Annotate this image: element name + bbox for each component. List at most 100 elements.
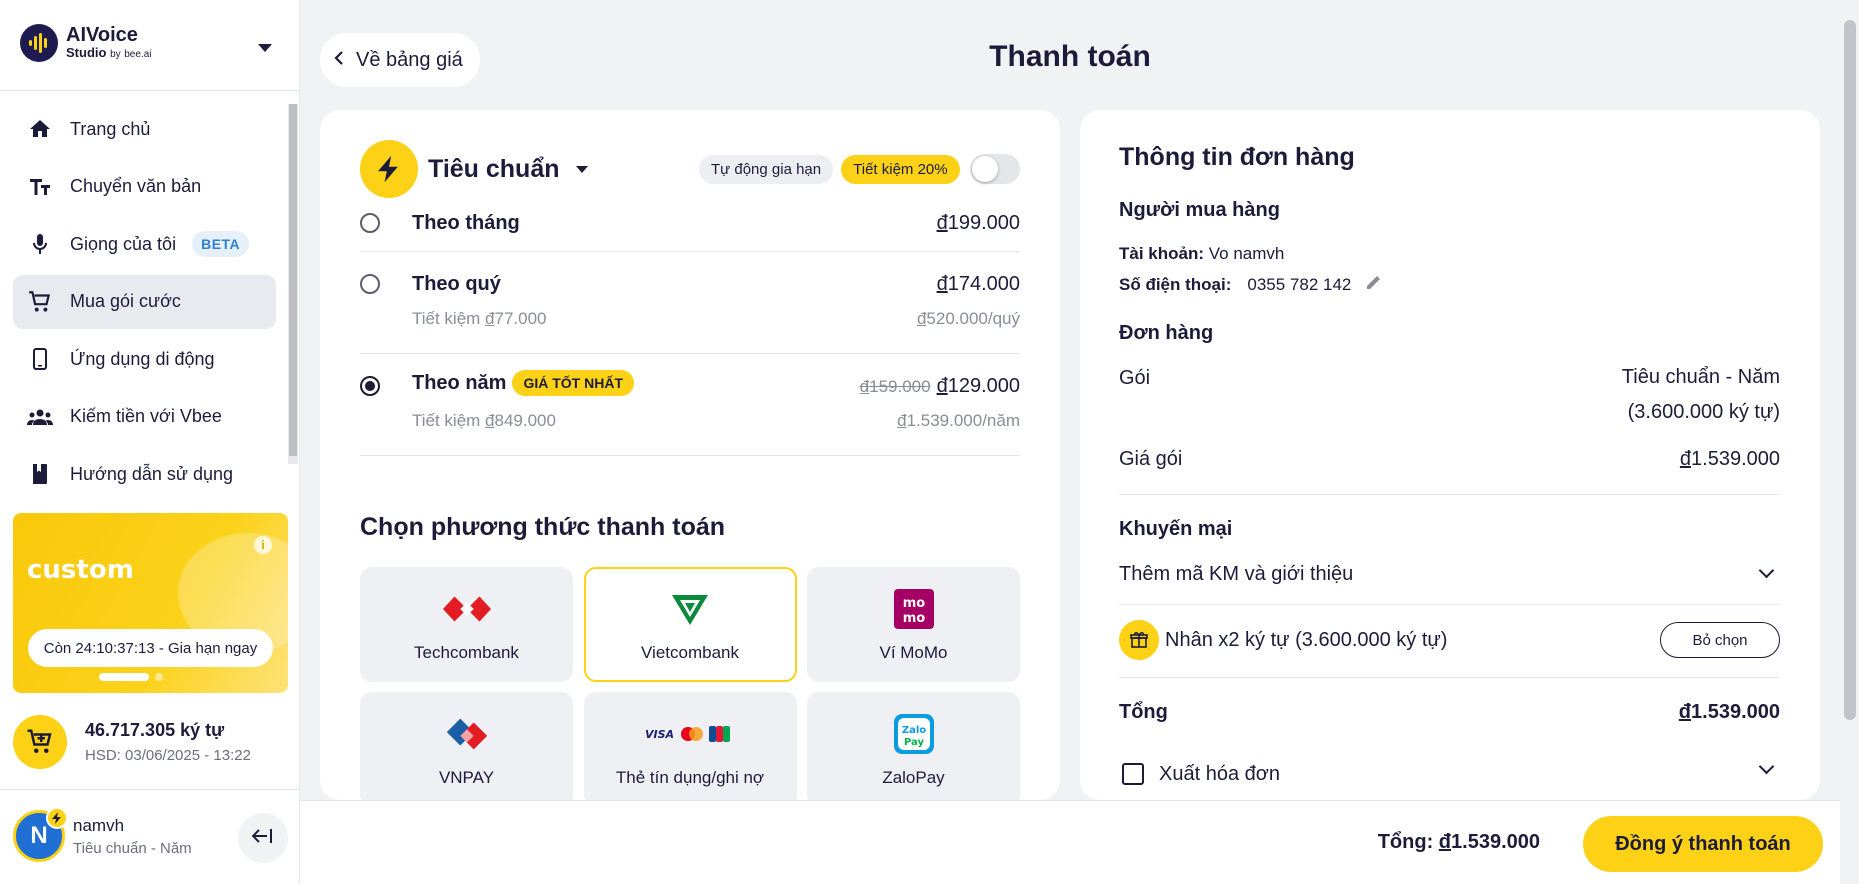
info-icon[interactable]: i [254, 536, 272, 554]
sidebar-item-guide[interactable]: Hướng dẫn sử dụng [13, 447, 276, 501]
footer-total-prefix: Tổng: [1377, 831, 1439, 853]
sidebar-item-home[interactable]: Trang chủ [13, 102, 276, 156]
sidebar: AIVoice Studio by bee.ai Trang chủ Chuyể… [0, 0, 300, 884]
price-label: Giá gói [1119, 448, 1183, 470]
promo-code-toggle[interactable]: Thêm mã KM và giới thiệu [1119, 563, 1353, 586]
sidebar-item-label: Chuyển văn bản [70, 176, 202, 196]
promo-title: custom [27, 555, 134, 585]
sidebar-item-buy-plan[interactable]: Mua gói cước [13, 274, 276, 329]
package-label: Gói [1119, 367, 1151, 389]
plan-selector[interactable]: Tiêu chuẩn [360, 140, 588, 198]
phone-icon [26, 345, 54, 373]
save-badge: Tiết kiệm 20% [841, 154, 960, 184]
total-value: 1.539.000 [1691, 701, 1780, 723]
home-icon [26, 115, 54, 143]
auto-renew-toggle[interactable] [969, 154, 1020, 184]
techcombank-logo [442, 587, 491, 631]
billing-option-yearly[interactable]: Theo năm GIÁ TỐT NHẤT đ159.000 đ129.000 Ti… [360, 354, 1020, 456]
save-amount: 849.000 [494, 411, 556, 430]
momo-logo: mo mo [890, 587, 938, 631]
currency-symbol: đ [897, 411, 907, 430]
sidebar-scrollbar[interactable] [288, 104, 298, 464]
method-label: Ví MoMo [879, 642, 948, 662]
carousel-dots [99, 673, 163, 681]
toggle-knob [971, 156, 998, 182]
billing-option-quarterly[interactable]: Theo quý đ174.000 Tiết kiệm đ77.000 đ520… [360, 252, 1020, 354]
auto-renew-label: Tự động gia hạn [699, 154, 834, 184]
payment-method-zalopay[interactable]: Zalo Pay ZaloPay [807, 692, 1020, 807]
carousel-dot-active[interactable] [99, 673, 149, 681]
phone-value: 0355 782 142 [1247, 274, 1352, 294]
chevron-left-icon [334, 49, 344, 72]
method-label: Vietcombank [641, 642, 739, 662]
svg-text:mo: mo [902, 611, 925, 626]
best-price-badge: GIÁ TỐT NHẤT [512, 370, 634, 396]
payment-method-vietcombank[interactable]: Vietcombank [583, 567, 797, 682]
scrollbar-thumb[interactable] [289, 104, 297, 456]
collapse-sidebar-button[interactable] [238, 813, 288, 863]
sidebar-item-earn[interactable]: Kiếm tiền với Vbee [13, 390, 276, 444]
user-plan: Tiêu chuẩn - Năm [73, 839, 192, 857]
divider [1119, 494, 1779, 495]
order-summary-card: Thông tin đơn hàng Người mua hàng Tài kh… [1080, 110, 1820, 800]
currency-symbol: đ [1678, 701, 1692, 723]
sidebar-item-text-to-speech[interactable]: Chuyển văn bản [13, 160, 276, 214]
carousel-dot[interactable] [155, 673, 163, 681]
payment-method-vnpay[interactable]: VNPAY [360, 692, 573, 807]
payment-method-techcombank[interactable]: Techcombank [360, 567, 573, 682]
currency-symbol: đ [1679, 448, 1692, 470]
radio-monthly[interactable] [360, 213, 380, 233]
collapse-arrow-icon [251, 827, 274, 850]
total-amount: 1.539.000 [906, 411, 983, 430]
invoice-checkbox[interactable] [1122, 763, 1144, 785]
currency-symbol: đ [936, 375, 948, 397]
account-label: Tài khoản: [1119, 244, 1205, 263]
caret-down-icon [575, 165, 588, 173]
save-amount: 77.000 [494, 309, 547, 328]
payment-method-momo[interactable]: mo mo Ví MoMo [807, 567, 1020, 682]
confirm-payment-button[interactable]: Đồng ý thanh toán [1583, 816, 1823, 872]
scrollbar-thumb[interactable] [1844, 20, 1856, 720]
add-to-cart-icon[interactable] [13, 715, 67, 769]
currency-symbol: đ [1438, 831, 1452, 853]
back-label: Về bảng giá [356, 48, 463, 71]
renew-countdown-button[interactable]: Còn 24:10:37:13 - Gia hạn ngay [28, 629, 273, 667]
checkout-footer: Tổng: đ1.539.000 Đồng ý thanh toán [300, 800, 1840, 884]
billing-option-monthly[interactable]: Theo tháng đ199.000 [360, 192, 1020, 252]
sidebar-item-my-voices[interactable]: Giọng của tôi BETA [13, 217, 276, 271]
auto-renew-group: Tự động gia hạn Tiết kiệm 20% [699, 154, 1020, 184]
svg-text:mo: mo [902, 596, 925, 611]
chevron-down-icon[interactable] [1758, 758, 1775, 775]
page-scrollbar[interactable] [1840, 0, 1859, 884]
edit-pencil-icon[interactable] [1365, 273, 1383, 296]
brand-logo[interactable]: AIVoice Studio by bee.ai [20, 24, 152, 62]
deselect-promo-button[interactable]: Bỏ chọn [1660, 622, 1780, 658]
lightning-icon [46, 807, 68, 829]
package-value: Tiêu chuẩn - Năm [1621, 366, 1780, 388]
invoice-label: Xuất hóa đơn [1159, 763, 1280, 785]
cart-icon [26, 288, 54, 316]
svg-text:VISA: VISA [645, 728, 674, 741]
old-price: 159.000 [869, 377, 931, 396]
svg-text:Zalo: Zalo [901, 725, 925, 736]
payment-method-card[interactable]: VISA Thẻ tín dụng/ghi nợ [583, 692, 797, 807]
workspace-caret-icon[interactable] [258, 44, 272, 52]
plan-name: Tiêu chuẩn [428, 154, 560, 183]
promo-banner[interactable]: custom i Còn 24:10:37:13 - Gia hạn ngay [13, 513, 288, 693]
total-label: Tổng [1119, 701, 1168, 723]
option-price: 199.000 [947, 212, 1020, 234]
brand-subname: Studio [66, 45, 107, 61]
chevron-down-icon[interactable] [1758, 562, 1775, 579]
total-suffix: /năm [982, 411, 1020, 430]
radio-yearly[interactable] [360, 376, 380, 396]
total-suffix: /quý [987, 309, 1020, 328]
user-name: namvh [73, 815, 125, 835]
zalopay-logo: Zalo Pay [890, 712, 938, 756]
footer-total-value: 1.539.000 [1451, 831, 1540, 853]
user-profile[interactable]: N namvh Tiêu chuẩn - Năm [13, 807, 192, 862]
radio-quarterly[interactable] [360, 274, 380, 294]
sidebar-nav: Trang chủ Chuyển văn bản Giọng của tôi B… [13, 102, 276, 505]
sidebar-item-mobile-app[interactable]: Ứng dụng di động [13, 332, 276, 386]
back-to-pricing-button[interactable]: Về bảng giá [320, 33, 480, 87]
account-value: Vo namvh [1208, 244, 1285, 263]
